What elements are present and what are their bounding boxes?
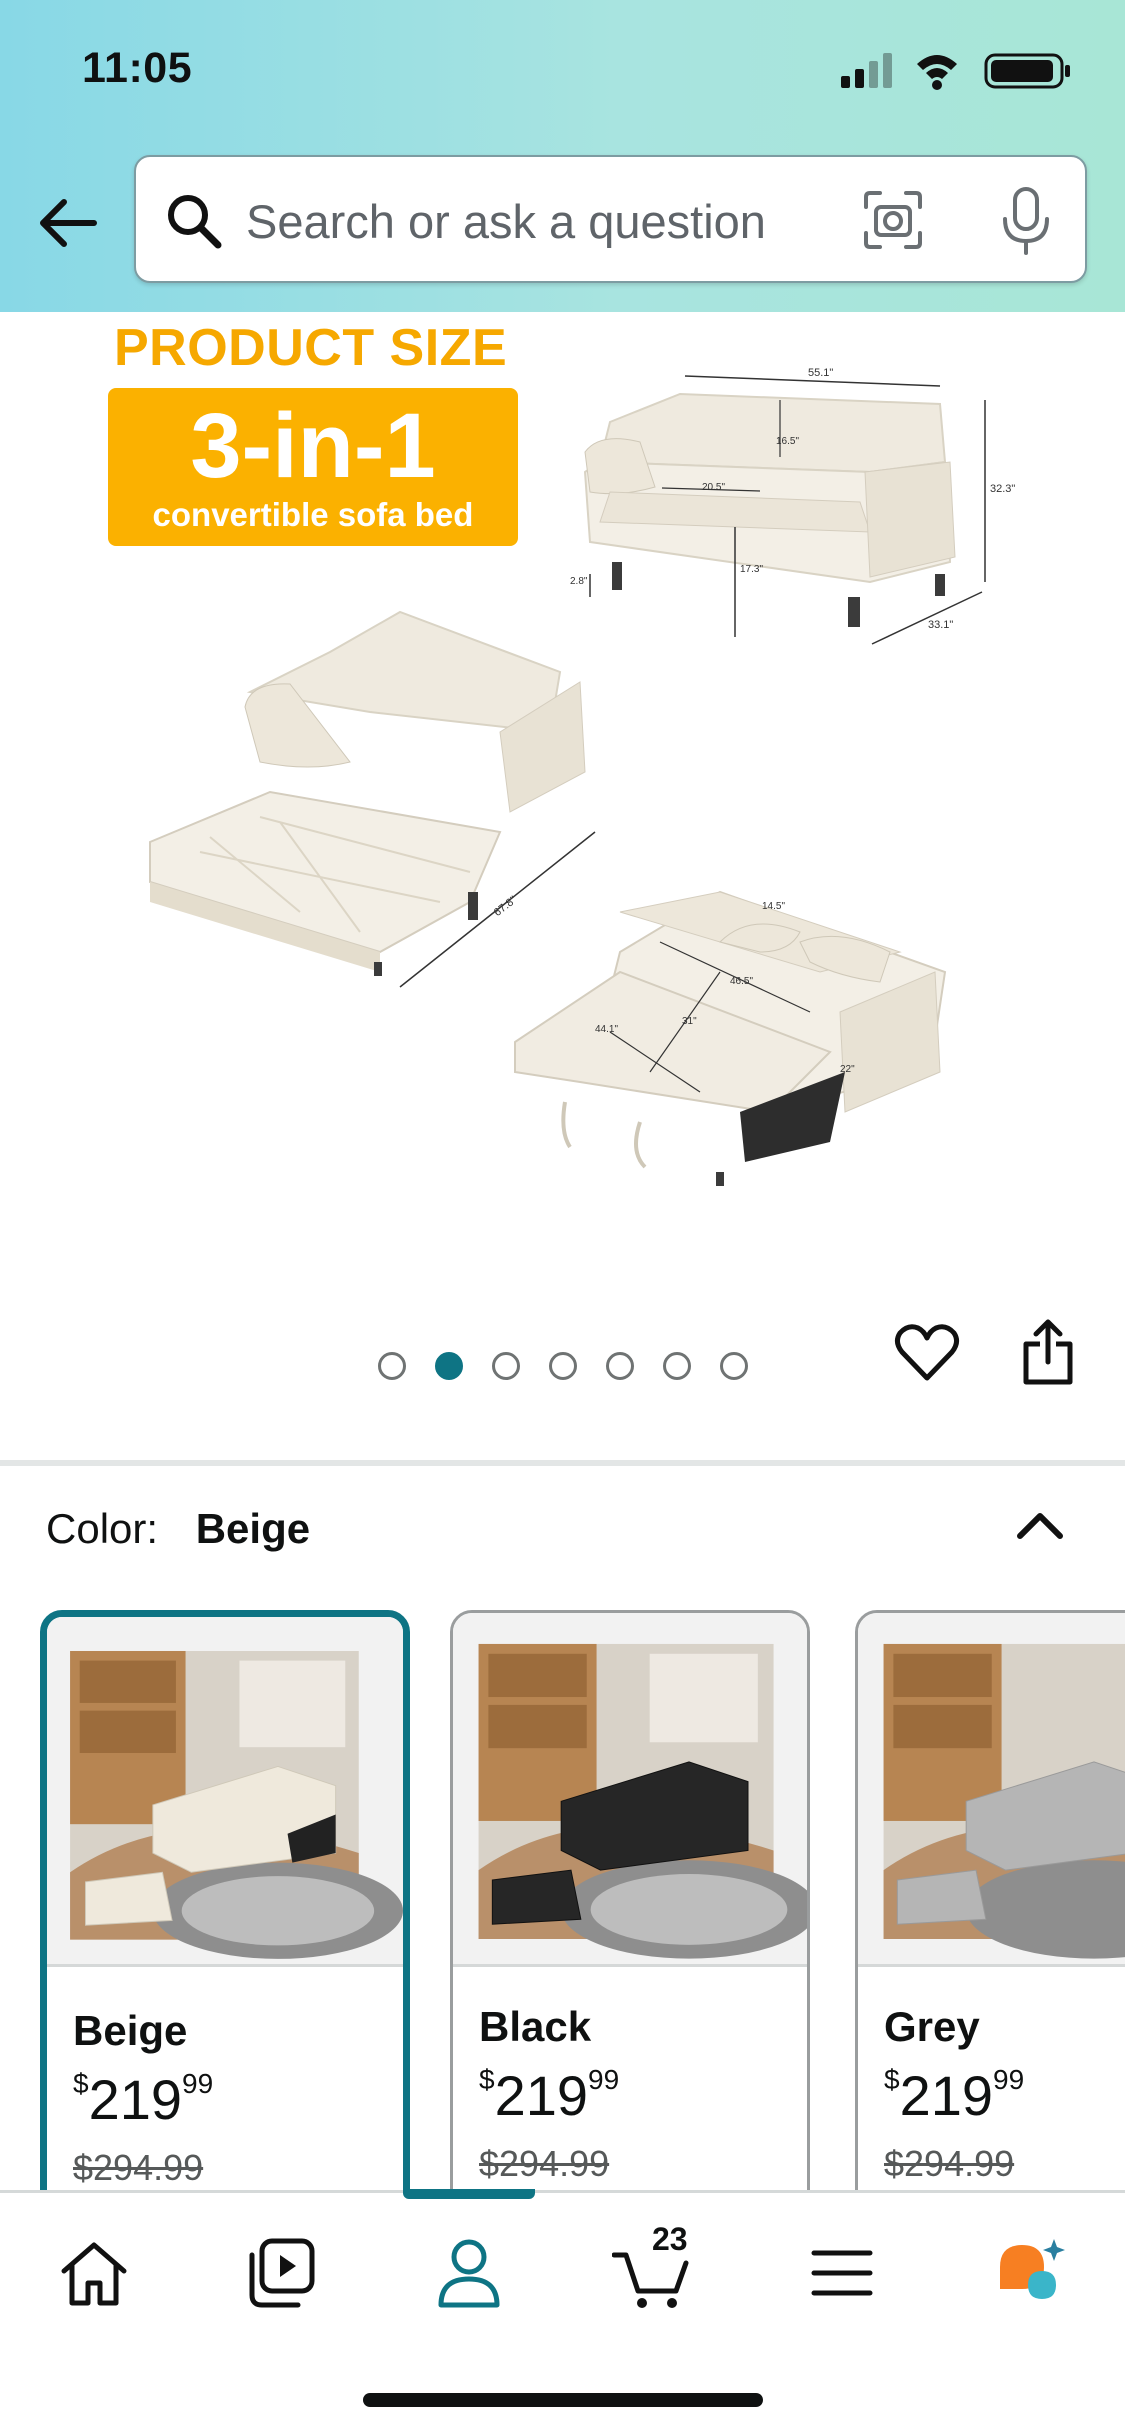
- dim-width-label: 55.1": [808, 367, 833, 379]
- price-whole: 219: [899, 2064, 994, 2127]
- color-swatch-carousel[interactable]: Beige $21999 $294.99 Black $21999 $294.9…: [0, 1600, 1125, 2190]
- black-sofa-room-image: [478, 1643, 807, 1959]
- dim-section-label: 31": [682, 1016, 697, 1027]
- swatch-list-price: $294.99: [479, 2143, 610, 2184]
- swatch-image: [858, 1613, 1125, 1967]
- wifi-icon: [917, 55, 957, 90]
- rufus-assistant-icon[interactable]: [988, 2233, 1072, 2313]
- status-time: 11:05: [82, 44, 193, 92]
- dim-bed-width-label: 46.5": [730, 976, 753, 987]
- beige-sofa-room-image: [70, 1650, 403, 1959]
- sofa-bed-flat-diagram: 14.5" 46.5" 44.1" 31" 22": [514, 890, 947, 1186]
- menu-icon[interactable]: [800, 2233, 884, 2313]
- dim-bed-length-label: 67.8": [492, 894, 519, 919]
- microphone-icon[interactable]: [996, 185, 1056, 257]
- dim-mattress-label: 44.1": [595, 1024, 618, 1035]
- account-icon[interactable]: [427, 2233, 511, 2313]
- price-currency: $: [73, 2068, 89, 2099]
- badge-sub-text: convertible sofa bed: [152, 496, 474, 533]
- swatch-beige[interactable]: Beige $21999 $294.99: [40, 1610, 410, 2190]
- battery-icon: [984, 53, 1070, 89]
- cellular-signal-icon: [841, 53, 892, 88]
- dim-seat-depth-label: 20.5": [702, 482, 725, 493]
- pagination-dot[interactable]: [663, 1352, 691, 1380]
- wishlist-heart-icon[interactable]: [894, 1322, 960, 1384]
- active-tab-indicator: [403, 2189, 535, 2199]
- pagination-dot-active[interactable]: [435, 1352, 463, 1380]
- dim-seat-height-label: 17.3": [740, 564, 763, 575]
- price-currency: $: [884, 2064, 900, 2095]
- pagination-dot[interactable]: [720, 1352, 748, 1380]
- home-indicator: [363, 2393, 763, 2407]
- section-divider: [0, 1460, 1125, 1466]
- chevron-up-icon[interactable]: [1010, 1500, 1070, 1550]
- app-header: 11:05: [0, 0, 1125, 312]
- back-arrow-icon: [40, 199, 97, 247]
- status-icons: [841, 53, 1070, 90]
- swatch-price: $21999: [479, 2063, 619, 2128]
- swatch-grey[interactable]: Grey $21999 $294.99: [855, 1610, 1125, 2190]
- color-selector-header: Color: Beige: [46, 1505, 310, 1553]
- price-whole: 219: [88, 2068, 183, 2131]
- price-fraction: 99: [182, 2068, 214, 2099]
- badge-main-text: 3-in-1: [190, 395, 436, 497]
- pagination-dot[interactable]: [549, 1352, 577, 1380]
- product-image-gallery[interactable]: 55.1" 16.5" 20.5" 32.3" 17.3" 2.8" 33.1"…: [0, 312, 1125, 1462]
- dim-arm-height-label: 22": [840, 1064, 855, 1075]
- price-fraction: 99: [993, 2064, 1025, 2095]
- home-icon[interactable]: [52, 2233, 136, 2313]
- swatch-image: [453, 1613, 807, 1967]
- pagination-dot[interactable]: [492, 1352, 520, 1380]
- swatch-name: Beige: [73, 2007, 188, 2054]
- swatch-image: [47, 1617, 403, 1967]
- price-currency: $: [479, 2064, 495, 2095]
- dim-pillow-label: 14.5": [762, 901, 785, 912]
- convertible-badge: 3-in-1 convertible sofa bed: [108, 388, 518, 546]
- swatch-list-price: $294.99: [884, 2143, 1015, 2184]
- dim-back-label: 16.5": [776, 436, 799, 447]
- cart-count: 23: [652, 2221, 688, 2257]
- swatch-name: Grey: [884, 2003, 980, 2050]
- swatch-black[interactable]: Black $21999 $294.99: [450, 1610, 810, 2190]
- color-label: Color:: [46, 1505, 159, 1552]
- share-icon[interactable]: [1020, 1318, 1076, 1388]
- search-input[interactable]: [246, 181, 896, 261]
- camera-lens-icon[interactable]: [860, 187, 926, 253]
- pagination-dot[interactable]: [378, 1352, 406, 1380]
- sofa-upright-diagram: 55.1" 16.5" 20.5" 32.3" 17.3" 2.8" 33.1": [570, 367, 1015, 645]
- video-library-icon[interactable]: [240, 2233, 324, 2313]
- sofa-bed-extended-diagram: 67.8": [149, 610, 596, 988]
- pagination-dot[interactable]: [606, 1352, 634, 1380]
- swatch-price: $21999: [73, 2067, 213, 2132]
- search-icon: [168, 195, 222, 249]
- swatch-name: Black: [479, 2003, 592, 2050]
- dim-height-label: 32.3": [990, 483, 1015, 495]
- price-fraction: 99: [588, 2064, 620, 2095]
- search-bar[interactable]: [134, 155, 1087, 283]
- swatch-price: $21999: [884, 2063, 1024, 2128]
- cart-button[interactable]: 23: [611, 2221, 696, 2313]
- swatch-list-price: $294.99: [73, 2147, 204, 2188]
- price-whole: 219: [494, 2064, 589, 2127]
- image-pagination-dots[interactable]: [378, 1352, 748, 1382]
- dim-leg-label: 2.8": [570, 576, 588, 587]
- back-button[interactable]: [30, 190, 106, 256]
- grey-sofa-room-image: [883, 1643, 1125, 1959]
- color-value: Beige: [195, 1505, 311, 1552]
- product-size-heading: PRODUCT SIZE: [114, 319, 508, 377]
- dim-depth-label: 33.1": [928, 619, 953, 631]
